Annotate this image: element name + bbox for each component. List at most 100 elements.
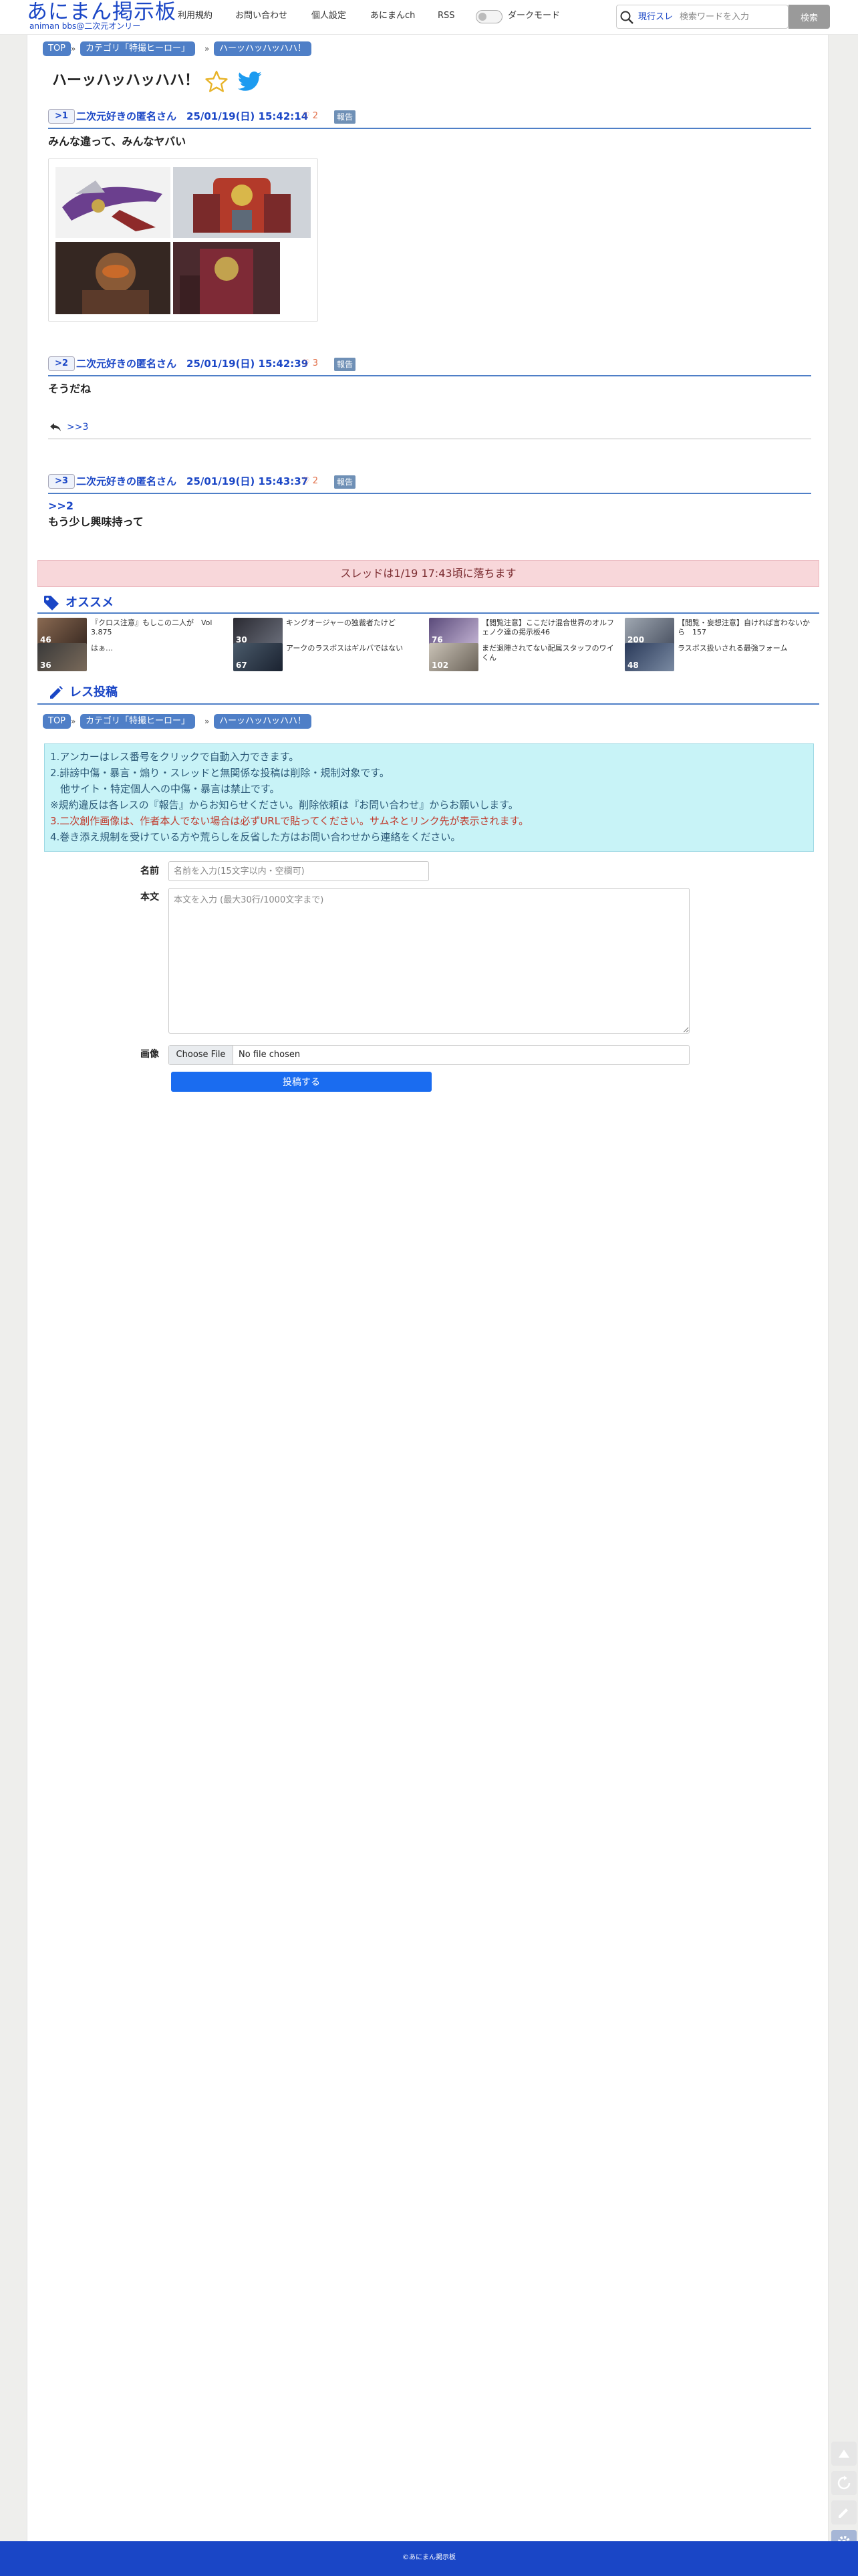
report-button[interactable]: 報告 (334, 475, 355, 489)
recommend-thumbnail: 200 (625, 618, 674, 646)
reply-anchor-link[interactable]: >>3 (67, 421, 88, 434)
nav-contact[interactable]: お問い合わせ (235, 10, 287, 22)
post-image-thumbnail[interactable] (173, 167, 311, 238)
recommend-divider (37, 612, 819, 614)
image-gallery (48, 158, 318, 322)
breadcrumb-sep: » (204, 717, 210, 726)
nav-settings[interactable]: 個人設定 (311, 10, 346, 22)
post-number[interactable]: >1 (48, 109, 75, 124)
post-meta: 二次元好きの匿名さん 25/01/19(日) 15:43:37 (76, 475, 309, 487)
post-divider (48, 493, 811, 494)
recommend-link[interactable]: 【閲覧・妄想注意】自ければ言わないから 157 (678, 618, 815, 637)
dark-mode-toggle[interactable] (476, 10, 503, 23)
post-body: そうだね (48, 382, 92, 395)
recommend-link[interactable]: ラスボス扱いされる最強フォーム (678, 644, 815, 653)
tag-icon (44, 596, 59, 610)
recommend-thumbnail: 48 (625, 643, 674, 671)
choose-file-button[interactable]: Choose File (169, 1046, 233, 1064)
breadcrumb-sep: » (71, 44, 76, 53)
nav-terms[interactable]: 利用規約 (178, 10, 212, 22)
submit-button[interactable]: 投稿する (171, 1072, 432, 1092)
breadcrumb-thread[interactable]: ハーッハッハッハハ！ (214, 41, 312, 56)
post-meta: 二次元好きの匿名さん 25/01/19(日) 15:42:14 (76, 110, 309, 122)
site-logo-subtitle[interactable]: animan bbs@二次元オンリー (29, 21, 140, 31)
breadcrumb-thread[interactable]: ハーッハッハッハハ！ (214, 714, 312, 729)
site-logo[interactable]: あにまん掲示板 (27, 0, 176, 24)
like-button[interactable]: ♡ 3 (302, 356, 318, 371)
recommend-link[interactable]: 『クロス注意』もしこの二人が Vol 3.875 (91, 618, 225, 637)
post-number[interactable]: >2 (48, 356, 75, 371)
toggle-knob (478, 13, 486, 21)
reply-form-title: レス投稿 (69, 685, 118, 699)
favorite-star-icon[interactable] (204, 70, 229, 93)
breadcrumb-sep: » (204, 44, 210, 53)
thread-expiry-notice: スレッドは1/19 17:43頃に落ちます (37, 560, 819, 587)
pencil-icon (839, 2508, 848, 2518)
recommend-link[interactable]: まだ退陣されてない配属スタッフのワイくん (482, 644, 619, 663)
rule-line: 4.巻き添え規制を受けている方や荒らしを反省した方はお問い合わせから連絡をくださ… (50, 831, 461, 843)
post-divider (48, 128, 811, 129)
recommend-thumbnail: 102 (429, 643, 478, 671)
report-button[interactable]: 報告 (334, 358, 355, 371)
post-body: もう少し興味持って (48, 515, 144, 528)
breadcrumb-category[interactable]: カテゴリ「特撮ヒーロー」 (80, 41, 196, 56)
comment-count: 48 (627, 661, 639, 670)
like-button[interactable]: ♡ 2 (302, 474, 318, 489)
comment-count: 67 (236, 661, 247, 670)
breadcrumb-top[interactable]: TOP (43, 714, 72, 729)
rule-line: ※規約違反は各レスの『報告』からお知らせください。削除依頼は『お問い合わせ』から… (50, 799, 519, 811)
reload-button[interactable] (831, 2471, 857, 2495)
anchor-link[interactable]: >>2 (48, 499, 74, 513)
thread-title: ハーッハッハッハハ！ (52, 72, 200, 89)
reply-form-divider (37, 703, 819, 705)
body-label: 本文 (140, 892, 159, 903)
recommend-thumbnail: 46 (37, 618, 87, 646)
twitter-share-icon[interactable] (238, 71, 262, 92)
name-label: 名前 (140, 866, 159, 876)
scroll-top-button[interactable] (831, 2442, 857, 2466)
nav-animanch[interactable]: あにまんch (370, 10, 415, 22)
recommend-link[interactable]: 【閲覧注意】ここだけ混合世界のオルフェノク達の掲示板46 (482, 618, 619, 637)
breadcrumb-category[interactable]: カテゴリ「特撮ヒーロー」 (80, 714, 196, 729)
recommend-thumbnail: 67 (233, 643, 283, 671)
site-header: あにまん掲示板 animan bbs@二次元オンリー 利用規約 お問い合わせ 個… (0, 0, 858, 35)
search-scope-select[interactable]: 現行スレ (638, 11, 673, 23)
site-footer: ©あにまん掲示板 (0, 2541, 858, 2576)
write-button[interactable] (831, 2500, 857, 2525)
name-field[interactable] (168, 861, 429, 881)
search-button[interactable]: 検索 (789, 5, 830, 29)
recommend-link[interactable]: キングオージャーの独裁者たけど (286, 618, 420, 628)
rule-line: 3.二次創作画像は、作者本人でない場合は必ずURLで貼ってください。サムネとリン… (50, 815, 529, 827)
breadcrumb-sep: » (71, 717, 76, 726)
page-column (27, 0, 829, 2576)
footer-copyright: ©あにまん掲示板 (402, 2554, 456, 2561)
nav-rss[interactable]: RSS (438, 10, 455, 22)
post-meta: 二次元好きの匿名さん 25/01/19(日) 15:42:39 (76, 358, 309, 370)
recommend-thumbnail: 30 (233, 618, 283, 646)
reply-arrow-icon (50, 423, 61, 431)
breadcrumb-top[interactable]: TOP (43, 41, 72, 56)
image-file-input[interactable]: Choose File No file chosen (168, 1045, 690, 1065)
reload-icon (837, 2476, 851, 2490)
recommend-thumbnail: 36 (37, 643, 87, 671)
post-divider (48, 375, 811, 376)
search-icon (620, 11, 633, 24)
search-input[interactable] (680, 8, 786, 25)
recommend-link[interactable]: アークのラスボスはギルバではない (286, 644, 420, 653)
like-button[interactable]: ♡ 2 (302, 109, 318, 124)
recommend-link[interactable]: はぁ… (91, 644, 225, 653)
file-status: No file chosen (239, 1050, 301, 1060)
body-field[interactable] (168, 888, 690, 1034)
recommend-title: オススメ (65, 596, 114, 610)
post-image-thumbnail[interactable] (173, 242, 280, 314)
comment-count: 36 (40, 661, 51, 670)
posting-rules: 1.アンカーはレス番号をクリックで自動入力できます。 2.誹謗中傷・暴言・煽り・… (44, 743, 814, 852)
arrow-up-icon (839, 2450, 849, 2458)
post-image-thumbnail[interactable] (55, 242, 170, 314)
recommend-thumbnail: 76 (429, 618, 478, 646)
post-number[interactable]: >3 (48, 474, 75, 489)
comment-count: 102 (432, 661, 449, 670)
search-box: 現行スレ (616, 5, 789, 29)
post-image-thumbnail[interactable] (55, 167, 170, 238)
report-button[interactable]: 報告 (334, 110, 355, 124)
